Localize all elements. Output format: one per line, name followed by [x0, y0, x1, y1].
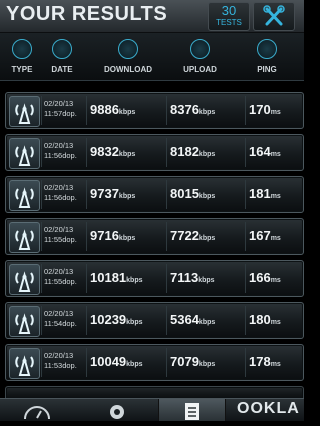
wifi-tower-icon — [9, 348, 40, 379]
antenna-icon — [12, 39, 32, 59]
settings-gear-icon — [110, 405, 124, 419]
column-download[interactable]: DOWNLOAD — [100, 39, 156, 74]
header-bar: YOUR RESULTS 30 TESTS — [0, 0, 304, 33]
tests-count-badge[interactable]: 30 TESTS — [208, 2, 250, 31]
upload-value: 5364kbps — [170, 312, 216, 327]
wifi-tower-icon — [9, 180, 40, 211]
result-date: 02/20/13 11:55dop. — [44, 267, 77, 286]
page-title: YOUR RESULTS — [6, 3, 168, 25]
result-row[interactable]: 02/20/13 11:53dop. 10049kbps 7079kbps 178… — [5, 344, 304, 381]
ookla-logo[interactable]: OOKLA — [237, 400, 300, 418]
column-ping[interactable]: PING — [252, 39, 282, 74]
download-value: 9832kbps — [90, 144, 136, 159]
upload-value: 8182kbps — [170, 144, 216, 159]
tab-results[interactable] — [158, 399, 226, 421]
result-date: 02/20/13 11:57dop. — [44, 99, 77, 118]
download-arrow-icon — [118, 39, 138, 59]
ping-value: 180ms — [249, 312, 281, 327]
speedometer-icon — [24, 406, 50, 420]
bottom-tab-bar: OOKLA — [0, 398, 304, 421]
result-row[interactable]: 02/20/13 11:56dop. 9832kbps 8182kbps 164m… — [5, 134, 304, 171]
tools-icon — [263, 5, 285, 26]
calendar-icon — [52, 39, 72, 59]
result-row[interactable]: 02/20/13 11:54dop. 10239kbps 5364kbps 180… — [5, 302, 304, 339]
ping-value: 178ms — [249, 354, 281, 369]
download-value: 10049kbps — [90, 354, 143, 369]
ping-value: 164ms — [249, 144, 281, 159]
result-date: 02/20/13 11:56dop. — [44, 141, 77, 160]
download-value: 10239kbps — [90, 312, 143, 327]
upload-value: 8015kbps — [170, 186, 216, 201]
result-date: 02/20/13 11:55dop. — [44, 225, 77, 244]
wifi-tower-icon — [9, 264, 40, 295]
wifi-tower-icon — [9, 222, 40, 253]
wifi-tower-icon — [9, 306, 40, 337]
wifi-tower-icon — [9, 138, 40, 169]
result-row[interactable]: 02/20/13 11:57dop. 9886kbps 8376kbps 170m… — [5, 92, 304, 129]
ping-value: 167ms — [249, 228, 281, 243]
upload-value: 8376kbps — [170, 102, 216, 117]
column-header-bar: TYPE DATE DOWNLOAD UPLOAD PING — [0, 33, 304, 81]
tools-button[interactable] — [253, 2, 295, 31]
wifi-tower-icon — [9, 96, 40, 127]
result-date: 02/20/13 11:56dop. — [44, 183, 77, 202]
tab-speedtest[interactable] — [0, 399, 75, 421]
upload-value: 7722kbps — [170, 228, 216, 243]
result-row[interactable]: 02/20/13 11:55dop. 9716kbps 7722kbps 167m… — [5, 218, 304, 255]
results-list-icon — [185, 403, 199, 420]
upload-arrow-icon — [190, 39, 210, 59]
column-date[interactable]: DATE — [50, 39, 74, 74]
download-value: 9716kbps — [90, 228, 136, 243]
result-date: 02/20/13 11:54dop. — [44, 309, 77, 328]
tab-settings[interactable] — [80, 399, 155, 421]
result-row[interactable]: 02/20/13 11:56dop. 9737kbps 8015kbps 181m… — [5, 176, 304, 213]
ping-arrows-icon — [257, 39, 277, 59]
result-row[interactable]: 02/20/13 11:55dop. 10181kbps 7113kbps 166… — [5, 260, 304, 297]
column-upload[interactable]: UPLOAD — [178, 39, 222, 74]
tests-count: 30 — [221, 3, 237, 18]
upload-value: 7113kbps — [170, 270, 215, 285]
column-type[interactable]: TYPE — [10, 39, 34, 74]
tests-label: TESTS — [216, 18, 242, 27]
upload-value: 7079kbps — [170, 354, 216, 369]
ping-value: 181ms — [249, 186, 281, 201]
ping-value: 170ms — [249, 102, 281, 117]
download-value: 9737kbps — [90, 186, 136, 201]
result-date: 02/20/13 11:53dop. — [44, 351, 77, 370]
download-value: 10181kbps — [90, 270, 143, 285]
download-value: 9886kbps — [90, 102, 136, 117]
ping-value: 166ms — [249, 270, 281, 285]
